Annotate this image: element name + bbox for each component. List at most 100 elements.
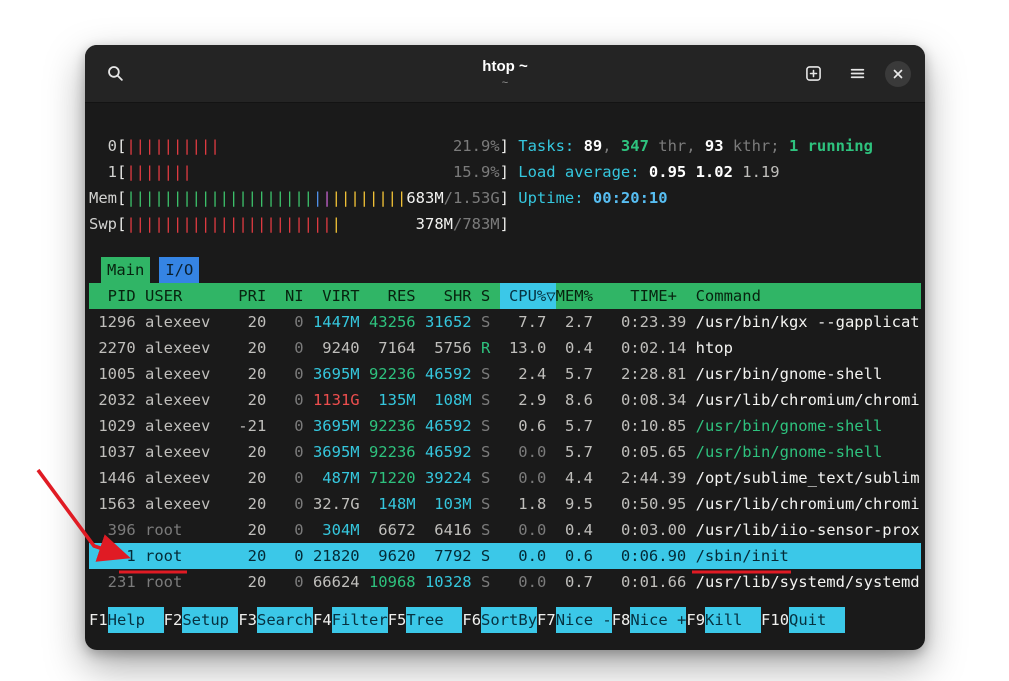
text-segment: /783M [453, 215, 500, 233]
text-segment: 2.4 [500, 365, 556, 383]
text-segment: 0:02.14 [602, 339, 695, 357]
process-row[interactable]: 2270 alexeev 20 0 9240 7164 5756 R 13.0 … [89, 335, 921, 361]
text-segment: 0.0 [500, 573, 556, 591]
text-segment: 8.6 [556, 391, 603, 409]
text-segment: 9.5 [556, 495, 603, 513]
text-segment: /usr/lib/chromium/chromi [696, 495, 920, 513]
text-segment: 20 [238, 573, 275, 591]
text-segment: 10968 [369, 573, 425, 591]
table-header[interactable]: PID USER PRI NI VIRT RES SHR S CPU%▽MEM%… [89, 283, 921, 309]
fnkey-label: F9 [686, 607, 705, 633]
process-row[interactable]: 231 root 20 0 66624 10968 10328 S 0.0 0.… [89, 569, 921, 595]
new-tab-icon [805, 65, 822, 82]
fnkey-f5[interactable]: F5Tree [388, 607, 463, 633]
text-segment: ] [500, 189, 509, 207]
process-row[interactable]: 1005 alexeev 20 0 3695M 92236 46592 S 2.… [89, 361, 921, 387]
terminal[interactable]: 0[|||||||||| 21.9%] 1[||||||| 15.9%]Mem[… [85, 103, 925, 633]
text-segment: 00:20:10 [593, 189, 668, 207]
text-segment: 1 root 20 0 21820 9620 7792 S 0.0 0.6 0:… [89, 547, 789, 565]
text-segment: /usr/bin/gnome-shell [696, 417, 883, 435]
process-row-selected[interactable]: 1 root 20 0 21820 9620 7792 S 0.0 0.6 0:… [89, 543, 921, 569]
text-segment: ; [770, 137, 789, 155]
process-row[interactable]: 1296 alexeev 20 0 1447M 43256 31652 S 7.… [89, 309, 921, 335]
new-tab-button[interactable] [797, 58, 829, 90]
process-row[interactable]: 1037 alexeev 20 0 3695M 92236 46592 S 0.… [89, 439, 921, 465]
process-row[interactable]: 1446 alexeev 20 0 487M 71220 39224 S 0.0… [89, 465, 921, 491]
text-segment: 31652 [425, 313, 481, 331]
text-segment: 0.0 [500, 521, 556, 539]
text-segment: 2.7 [556, 313, 603, 331]
text-segment: 0 [276, 417, 313, 435]
tab-main[interactable]: Main [101, 257, 150, 283]
text-segment: 378M [416, 215, 453, 233]
text-segment: CPU%▽ [500, 283, 556, 309]
fnkey-f7[interactable]: F7Nice - [537, 607, 612, 633]
text-segment: 92236 [369, 417, 425, 435]
text-segment: 0.6 [500, 417, 556, 435]
text-segment: 0:10.85 [602, 417, 695, 435]
text-segment: 3695M [313, 417, 369, 435]
text-segment: 108M [425, 391, 481, 409]
stat-line: Load average: 0.95 1.02 1.19 [518, 159, 921, 185]
menu-button[interactable] [841, 58, 873, 90]
text-segment: 0:01.66 [602, 573, 695, 591]
text-segment: 683M [406, 189, 443, 207]
process-row[interactable]: 2032 alexeev 20 0 1131G 135M 108M S 2.9 … [89, 387, 921, 413]
text-segment: 0.4 [556, 339, 603, 357]
text-segment: thr [649, 137, 686, 155]
screen-tabs: Main I/O [101, 257, 921, 283]
text-segment: 0:05.65 [602, 443, 695, 461]
text-segment: 93 [705, 137, 724, 155]
tab-i-o[interactable]: I/O [159, 257, 199, 283]
fnkey-label: F10 [761, 607, 789, 633]
fnkey-f2[interactable]: F2Setup [164, 607, 239, 633]
text-segment: R [481, 339, 500, 357]
text-segment: S [481, 495, 500, 513]
text-segment: 0.4 [556, 521, 603, 539]
text-segment: 396 root [89, 521, 238, 539]
text-segment: 13.0 [500, 339, 556, 357]
text-segment: 89 [584, 137, 603, 155]
meter-line: 0[|||||||||| 21.9%] [89, 133, 518, 159]
fnkey-f1[interactable]: F1Help [89, 607, 164, 633]
process-row[interactable]: 1029 alexeev -21 0 3695M 92236 46592 S 0… [89, 413, 921, 439]
text-segment: [ [117, 163, 126, 181]
text-segment: 5.7 [556, 417, 603, 435]
text-segment: 2270 alexeev 20 [89, 339, 276, 357]
fnkey-f4[interactable]: F4Filter [313, 607, 388, 633]
fnkey-f3[interactable]: F3Search [238, 607, 313, 633]
subtitle-text: ~ [482, 77, 527, 90]
text-segment: [ [117, 215, 126, 233]
fnkey-f8[interactable]: F8Nice + [612, 607, 687, 633]
fnkey-f6[interactable]: F6SortBy [462, 607, 537, 633]
text-segment: S [481, 391, 500, 409]
fnkey-f10[interactable]: F10Quit [761, 607, 845, 633]
process-row[interactable]: 396 root 20 0 304M 6672 6416 S 0.0 0.4 0… [89, 517, 921, 543]
text-segment: /usr/lib/chromium/chromi [696, 391, 920, 409]
text-segment: 1447M [313, 313, 369, 331]
close-button[interactable] [885, 61, 911, 87]
fnkey-label: F6 [462, 607, 481, 633]
search-button[interactable] [99, 58, 131, 90]
text-segment: 0.7 [556, 573, 603, 591]
text-segment: 0 [276, 573, 313, 591]
process-row[interactable]: 1563 alexeev 20 0 32.7G 148M 103M S 1.8 … [89, 491, 921, 517]
text-segment: 4.4 [556, 469, 603, 487]
text-segment: 20 [238, 521, 275, 539]
text-segment: 1 [89, 163, 117, 181]
text-segment: 15.9% [453, 163, 500, 181]
fnkey-label: F2 [164, 607, 183, 633]
text-segment: 0 [276, 365, 313, 383]
text-segment: 304M [313, 521, 369, 539]
fnkey-action: Nice - [556, 607, 612, 633]
text-segment: 231 root [89, 573, 238, 591]
close-icon [891, 67, 905, 81]
fnkey-label: F8 [612, 607, 631, 633]
text-segment: 1 running [789, 137, 873, 155]
text-segment: /usr/bin/kgx --gapplicat [696, 313, 920, 331]
text-segment: , [686, 137, 705, 155]
window-controls [797, 58, 911, 90]
text-segment: , [602, 137, 621, 155]
text-segment: 0:08.34 [602, 391, 695, 409]
fnkey-f9[interactable]: F9Kill [686, 607, 761, 633]
